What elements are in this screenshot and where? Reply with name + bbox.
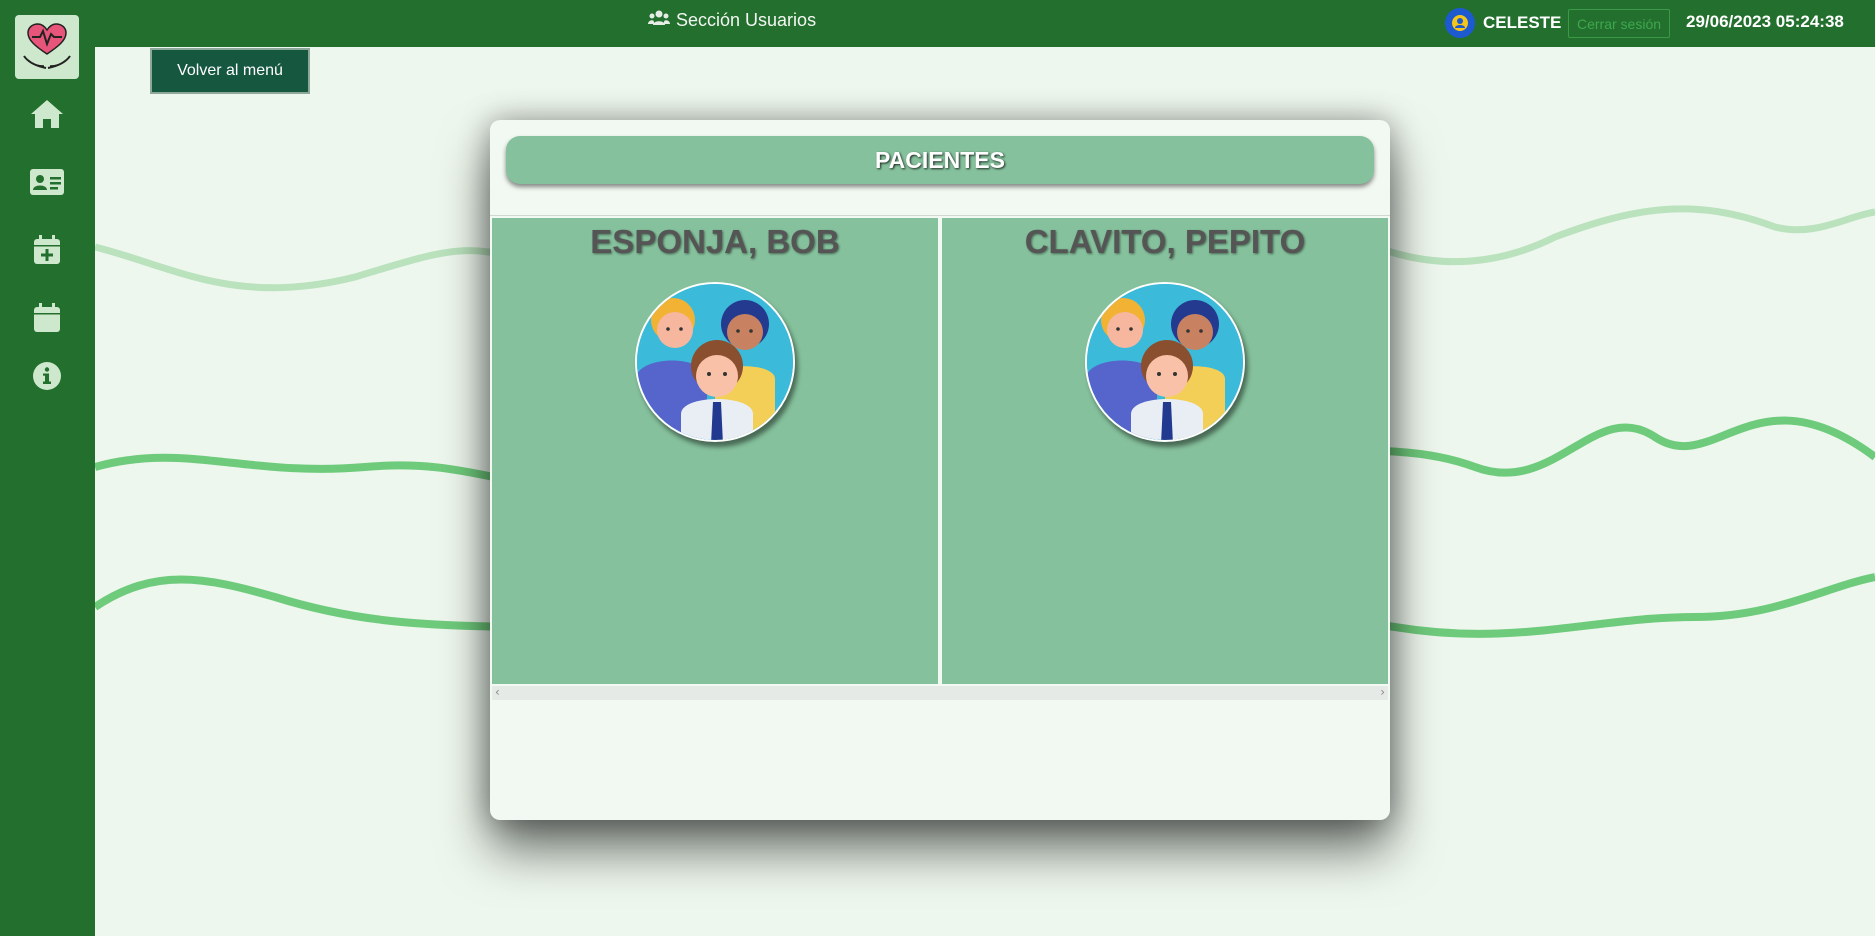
back-to-menu-button[interactable]: Volver al menú <box>150 48 310 94</box>
patient-avatar <box>635 282 795 442</box>
divider <box>490 215 1390 216</box>
nav-new-appointment[interactable] <box>27 230 67 270</box>
user-info: CELESTE <box>1445 8 1561 38</box>
calendar-plus-icon <box>34 235 60 264</box>
users-icon <box>648 10 670 31</box>
nav-calendar[interactable] <box>27 298 67 338</box>
username: CELESTE <box>1483 13 1562 32</box>
nav-id-card[interactable] <box>27 162 67 202</box>
calendar-icon <box>34 303 60 332</box>
users-group-icon <box>1087 284 1243 440</box>
datetime: 29/06/2023 05:24:38 <box>1686 12 1844 31</box>
patient-name: ESPONJA, BOB <box>590 223 840 260</box>
patient-name: CLAVITO, PEPITO <box>1024 223 1306 260</box>
chevron-right-icon[interactable]: › <box>1380 685 1385 699</box>
patients-modal: PACIENTES ESPONJA, BOB CLAVITO, PEPITO ‹… <box>490 120 1390 820</box>
logout-button[interactable]: Cerrar sesión <box>1568 9 1670 38</box>
patient-avatar <box>1085 282 1245 442</box>
horizontal-scrollbar[interactable]: ‹ › <box>492 685 1388 700</box>
nav-info[interactable] <box>27 356 67 396</box>
app-logo[interactable] <box>15 15 79 79</box>
user-avatar <box>1445 8 1475 38</box>
patient-card[interactable]: CLAVITO, PEPITO <box>942 218 1388 684</box>
id-card-icon <box>30 169 64 195</box>
home-icon <box>31 100 63 128</box>
patient-cards: ESPONJA, BOB CLAVITO, PEPITO <box>492 218 1388 684</box>
modal-title: PACIENTES <box>506 136 1374 184</box>
section-title-label: Sección Usuarios <box>676 10 817 30</box>
sidebar <box>0 0 95 936</box>
patient-card[interactable]: ESPONJA, BOB <box>492 218 938 684</box>
nav-home[interactable] <box>27 94 67 134</box>
chevron-left-icon[interactable]: ‹ <box>495 685 500 699</box>
heart-hands-icon <box>23 23 71 69</box>
section-title: Sección Usuarios <box>648 10 816 31</box>
users-group-icon <box>637 284 793 440</box>
info-icon <box>33 362 61 390</box>
